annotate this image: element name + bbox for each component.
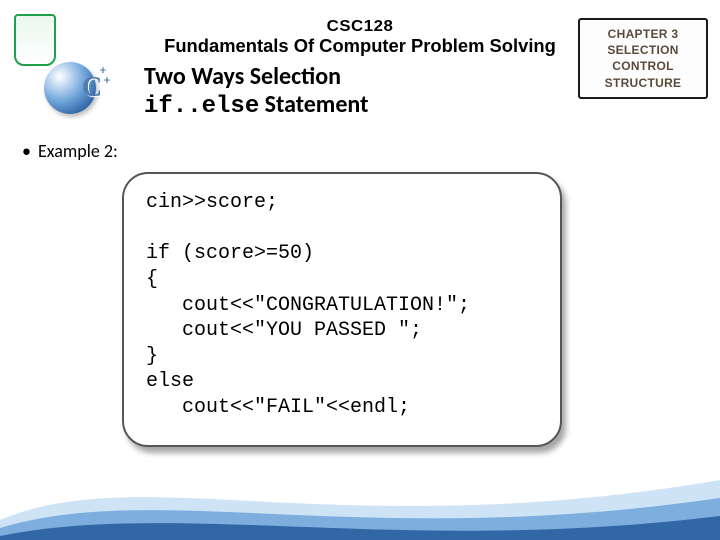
chapter-line-2: SELECTION CONTROL: [584, 42, 702, 74]
topic-mono: if..else: [144, 93, 259, 120]
plus-icon: +: [104, 74, 110, 88]
chapter-line-1: CHAPTER 3: [584, 26, 702, 42]
cpp-logo: C + +: [44, 62, 114, 120]
bullet-marker: •: [22, 140, 38, 162]
bullet-text: Example 2:: [38, 140, 118, 162]
code-box: cin>>score; if (score>=50) { cout<<"CONG…: [122, 172, 562, 446]
example-bullet: •Example 2:: [22, 140, 720, 162]
chapter-box: CHAPTER 3 SELECTION CONTROL STRUCTURE: [578, 18, 708, 99]
topic-rest: Statement: [259, 90, 368, 119]
footer-swoosh: [0, 450, 720, 540]
chapter-line-3: STRUCTURE: [584, 75, 702, 91]
code-content: cin>>score; if (score>=50) { cout<<"CONG…: [146, 190, 538, 420]
